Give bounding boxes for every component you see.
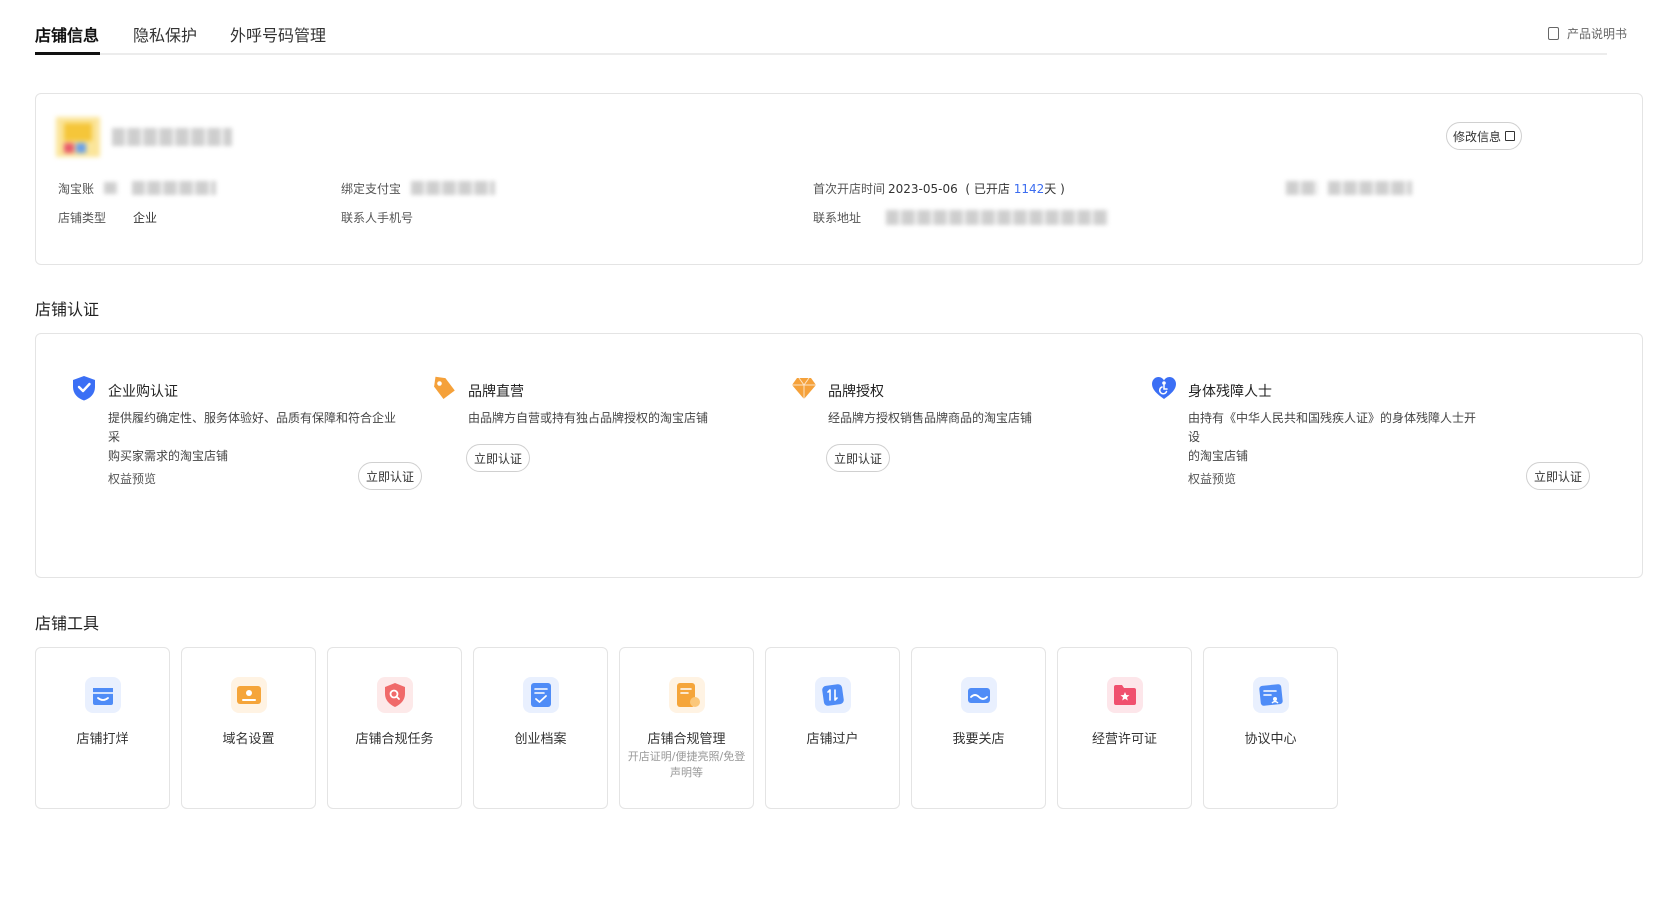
tool-name: 店铺打烊: [76, 732, 129, 747]
archive-icon: [522, 677, 559, 713]
open-time-value: 2023-05-06 ( 已开店 1142天 ): [888, 182, 1065, 196]
tool-compliance-management[interactable]: 店铺合规管理 开店证明/便捷亮照/免登声明等: [619, 647, 754, 809]
tag-icon: [434, 376, 455, 400]
open-time-label: 首次开店时间: [813, 182, 886, 196]
cert-desc: 由持有《中华人民共和国残疾人证》的身体残障人士开设 的淘宝店铺: [1188, 411, 1477, 463]
cert-title: 品牌授权: [828, 384, 884, 400]
certify-brand-direct-button[interactable]: 立即认证: [466, 444, 530, 472]
account-label-redacted: [104, 182, 118, 194]
alipay-value-redacted: [411, 181, 495, 195]
book-icon: [1547, 27, 1559, 40]
tool-name: 店铺合规任务: [355, 732, 434, 747]
diamond-icon: [792, 377, 816, 399]
cert-title: 品牌直营: [468, 384, 524, 400]
store-type-value: 企业: [133, 211, 158, 225]
cert-desc: 经品牌方授权销售品牌商品的淘宝店铺: [828, 411, 1033, 425]
tool-name: 经营许可证: [1091, 732, 1157, 747]
tool-desc: 开店证明/便捷亮照/免登声明等: [627, 750, 746, 779]
tab-store-info[interactable]: 店铺信息: [35, 22, 99, 46]
store-name-redacted: [112, 128, 232, 146]
cert-title: 身体残障人士: [1188, 384, 1272, 400]
account-label: 淘宝账: [58, 182, 95, 196]
tool-store-close[interactable]: 店铺打烊: [35, 647, 170, 809]
tool-name: 协议中心: [1244, 732, 1297, 747]
license-folder-icon: [1106, 677, 1143, 713]
store-close-icon: [84, 677, 121, 713]
cert-item-brand-direct: 品牌直营 由品牌方自营或持有独占品牌授权的淘宝店铺 立即认证: [430, 374, 760, 484]
transfer-icon: [814, 677, 851, 713]
tool-name: 店铺合规管理: [647, 732, 726, 747]
account-value-redacted: [132, 181, 216, 195]
tool-name: 域名设置: [222, 732, 275, 747]
domain-icon: [230, 677, 267, 713]
cert-item-disabled-persons: 身体残障人士 由持有《中华人民共和国残疾人证》的身体残障人士开设 的淘宝店铺 权…: [1150, 374, 1590, 490]
shield-check-icon: [73, 376, 95, 401]
compliance-doc-icon: [668, 677, 705, 713]
alipay-label: 绑定支付宝: [341, 182, 402, 196]
top-tabs: 店铺信息 隐私保护 外呼号码管理 产品说明书: [35, 18, 1645, 56]
extra-value-redacted: [1328, 181, 1412, 195]
tool-business-license[interactable]: 经营许可证: [1057, 647, 1192, 809]
tool-startup-archive[interactable]: 创业档案: [473, 647, 608, 809]
benefits-preview-link[interactable]: 权益预览: [1188, 470, 1236, 487]
heart-accessibility-icon: [1152, 377, 1176, 399]
store-info-card: 修改信息 淘宝账 绑定支付宝 首次开店时间 2023-05-06 ( 已开店 1…: [35, 93, 1643, 265]
certify-brand-authorized-button[interactable]: 立即认证: [826, 444, 890, 472]
tool-store-transfer[interactable]: 店铺过户: [765, 647, 900, 809]
compliance-shield-icon: [376, 677, 413, 713]
cert-item-enterprise: 企业购认证 提供履约确定性、服务体验好、品质有保障和符合企业采 购买家需求的淘宝…: [70, 374, 422, 490]
tool-name: 我要关店: [952, 732, 1005, 747]
tools-section-title: 店铺工具: [35, 614, 100, 633]
tool-agreement-center[interactable]: 协议中心: [1203, 647, 1338, 809]
tool-name: 店铺过户: [806, 732, 859, 747]
product-manual-label: 产品说明书: [1566, 27, 1627, 41]
tool-close-store[interactable]: 我要关店: [911, 647, 1046, 809]
cert-desc: 提供履约确定性、服务体验好、品质有保障和符合企业采 购买家需求的淘宝店铺: [108, 411, 397, 463]
tool-name: 创业档案: [514, 732, 567, 747]
store-type-label: 店铺类型: [58, 211, 107, 225]
open-days-count: 1142: [1013, 182, 1045, 196]
tab-privacy[interactable]: 隐私保护: [133, 22, 197, 46]
tab-outbound-numbers[interactable]: 外呼号码管理: [230, 22, 326, 46]
cert-item-brand-authorized: 品牌授权 经品牌方授权销售品牌商品的淘宝店铺 立即认证: [790, 374, 1120, 484]
external-link-icon: [1505, 131, 1515, 141]
active-tab-indicator: [35, 52, 100, 55]
tool-domain-settings[interactable]: 域名设置: [181, 647, 316, 809]
cert-title: 企业购认证: [108, 384, 178, 400]
tabs-divider: [35, 53, 1607, 55]
phone-label: 联系人手机号: [341, 211, 414, 225]
certification-card: 企业购认证 提供履约确定性、服务体验好、品质有保障和符合企业采 购买家需求的淘宝…: [35, 333, 1643, 578]
close-store-icon: [960, 677, 997, 713]
benefits-preview-link[interactable]: 权益预览: [108, 470, 156, 487]
extra-label-redacted: [1286, 181, 1318, 195]
edit-info-button[interactable]: 修改信息: [1446, 122, 1522, 150]
product-manual-link[interactable]: 产品说明书: [1547, 25, 1627, 42]
certify-enterprise-button[interactable]: 立即认证: [358, 462, 422, 490]
address-value-redacted: [886, 210, 1108, 225]
agreement-icon: [1252, 677, 1289, 713]
certify-disabled-persons-button[interactable]: 立即认证: [1526, 462, 1590, 490]
certification-section-title: 店铺认证: [35, 300, 100, 319]
tool-compliance-tasks[interactable]: 店铺合规任务: [327, 647, 462, 809]
address-label: 联系地址: [813, 211, 862, 225]
cert-desc: 由品牌方自营或持有独占品牌授权的淘宝店铺: [468, 411, 709, 425]
store-logo: [56, 117, 100, 157]
